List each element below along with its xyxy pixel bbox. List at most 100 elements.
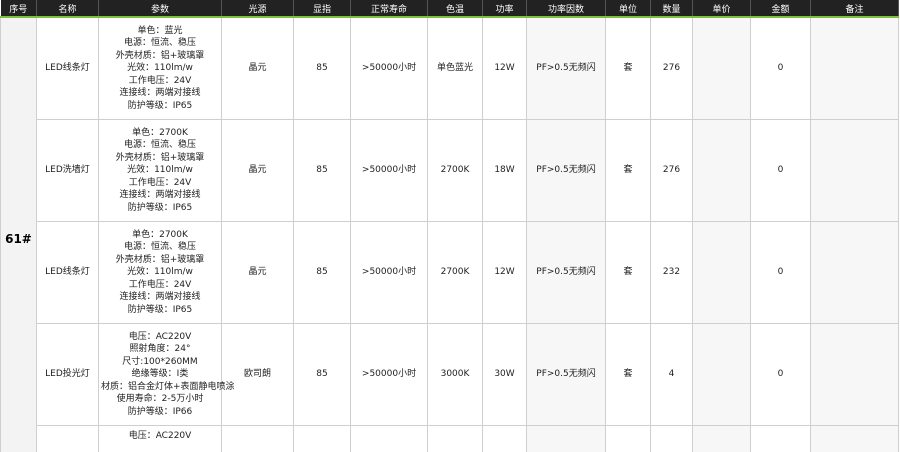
- color-temp-cell[interactable]: [427, 425, 483, 452]
- unit-price-cell[interactable]: [692, 16, 751, 120]
- unit-cell[interactable]: 套: [605, 221, 651, 324]
- col-header-name[interactable]: 名称: [36, 0, 99, 18]
- lifespan-cell[interactable]: >50000小时: [350, 323, 428, 426]
- cri-cell[interactable]: 85: [293, 221, 351, 324]
- unit-price-cell[interactable]: [692, 323, 751, 426]
- param-line: 光效：110lm/w: [127, 63, 193, 74]
- unit-price-cell[interactable]: [692, 119, 751, 222]
- col-header-power[interactable]: 功率: [482, 0, 527, 18]
- params-cell[interactable]: 单色：蓝光 电源：恒流、稳压 外壳材质：铝+玻璃罩 光效：110lm/w 工作电…: [98, 16, 222, 120]
- name-cell[interactable]: LED线条灯: [36, 16, 99, 120]
- color-temp-cell[interactable]: 单色蓝光: [427, 16, 483, 120]
- col-header-unit[interactable]: 单位: [605, 0, 651, 18]
- col-header-quantity[interactable]: 数量: [650, 0, 693, 18]
- table-row: LED线条灯 单色：2700K 电源：恒流、稳压 外壳材质：铝+玻璃罩 光效：1…: [1, 221, 899, 324]
- lifespan-cell[interactable]: >50000小时: [350, 119, 428, 222]
- power-factor-cell[interactable]: [526, 425, 606, 452]
- power-cell[interactable]: 12W: [482, 16, 527, 120]
- param-line: 电源：恒流、稳压: [123, 242, 196, 253]
- col-header-remarks[interactable]: 备注: [810, 0, 899, 18]
- power-factor-cell[interactable]: PF>0.5无频闪: [526, 16, 606, 120]
- amount-cell[interactable]: 0: [750, 119, 811, 222]
- param-line: 工作电压：24V: [128, 177, 192, 188]
- amount-cell[interactable]: 0: [750, 323, 811, 426]
- power-factor-cell[interactable]: PF>0.5无频闪: [526, 221, 606, 324]
- param-line: 连接线：两端对接线: [119, 292, 201, 303]
- col-header-params[interactable]: 参数: [98, 0, 222, 18]
- unit-price-cell[interactable]: [692, 425, 751, 452]
- col-header-color-temp[interactable]: 色温: [427, 0, 483, 18]
- params-cell[interactable]: 单色：2700K 电源：恒流、稳压 外壳材质：铝+玻璃罩 光效：110lm/w …: [98, 221, 222, 324]
- remarks-cell[interactable]: [810, 323, 899, 426]
- param-line: 光效：110lm/w: [127, 165, 193, 176]
- name-cell[interactable]: LED投光灯: [36, 323, 99, 426]
- col-header-cri[interactable]: 显指: [293, 0, 351, 18]
- unit-cell[interactable]: 套: [605, 323, 651, 426]
- params-cell[interactable]: 单色：2700K 电源：恒流、稳压 外壳材质：铝+玻璃罩 光效：110lm/w …: [98, 119, 222, 222]
- quantity-cell[interactable]: [650, 425, 693, 452]
- name-cell[interactable]: LED洗墙灯: [36, 119, 99, 222]
- power-cell[interactable]: [482, 425, 527, 452]
- cri-cell[interactable]: 85: [293, 323, 351, 426]
- remarks-cell[interactable]: [810, 221, 899, 324]
- param-line: 单色：2700K: [132, 127, 188, 138]
- lifespan-cell[interactable]: >50000小时: [350, 221, 428, 324]
- power-cell[interactable]: 18W: [482, 119, 527, 222]
- remarks-cell[interactable]: [810, 425, 899, 452]
- param-line: 单色：蓝光: [137, 25, 183, 36]
- group-number-cell[interactable]: 61#: [0, 16, 37, 452]
- light-source-cell[interactable]: [221, 425, 294, 452]
- table-row: 电压：AC220V: [1, 425, 899, 452]
- light-source-cell[interactable]: 欧司朗: [221, 323, 294, 426]
- remarks-cell[interactable]: [810, 119, 899, 222]
- col-header-seq[interactable]: 序号: [0, 0, 37, 18]
- light-source-cell[interactable]: 晶元: [221, 16, 294, 120]
- amount-cell[interactable]: 0: [750, 16, 811, 120]
- param-line: 绝缘等级：I类: [131, 369, 189, 380]
- amount-cell[interactable]: 0: [750, 221, 811, 324]
- spreadsheet-view: 序号 名称 参数 光源 显指 正常寿命 色温 功率 功率因数 单位 数量 单价 …: [0, 0, 900, 452]
- cri-cell[interactable]: [293, 425, 351, 452]
- col-header-lifespan[interactable]: 正常寿命: [350, 0, 428, 18]
- power-cell[interactable]: 30W: [482, 323, 527, 426]
- power-factor-cell[interactable]: PF>0.5无频闪: [526, 323, 606, 426]
- quantity-cell[interactable]: 276: [650, 16, 693, 120]
- unit-price-cell[interactable]: [692, 221, 751, 324]
- lifespan-cell[interactable]: [350, 425, 428, 452]
- cri-cell[interactable]: 85: [293, 119, 351, 222]
- unit-cell[interactable]: 套: [605, 16, 651, 120]
- remarks-cell[interactable]: [810, 16, 899, 120]
- param-line: 电压：AC220V: [128, 431, 192, 441]
- table-row: LED洗墙灯 单色：2700K 电源：恒流、稳压 外壳材质：铝+玻璃罩 光效：1…: [1, 119, 899, 222]
- amount-cell[interactable]: [750, 425, 811, 452]
- param-line: 工作电压：24V: [128, 75, 192, 86]
- param-line: 外壳材质：铝+玻璃罩: [115, 254, 205, 265]
- name-cell[interactable]: LED线条灯: [36, 221, 99, 324]
- name-cell[interactable]: [36, 425, 99, 452]
- param-line: 防护等级：IP65: [127, 202, 193, 213]
- light-source-cell[interactable]: 晶元: [221, 119, 294, 222]
- col-header-amount[interactable]: 金额: [750, 0, 811, 18]
- params-cell[interactable]: 电压：AC220V: [98, 425, 222, 452]
- color-temp-cell[interactable]: 2700K: [427, 119, 483, 222]
- param-line: 连接线：两端对接线: [119, 190, 201, 201]
- col-header-unit-price[interactable]: 单价: [692, 0, 751, 18]
- power-cell[interactable]: 12W: [482, 221, 527, 324]
- power-factor-cell[interactable]: PF>0.5无频闪: [526, 119, 606, 222]
- quantity-cell[interactable]: 4: [650, 323, 693, 426]
- lifespan-cell[interactable]: >50000小时: [350, 16, 428, 120]
- param-line: 电压：AC220V: [128, 331, 192, 342]
- quantity-cell[interactable]: 276: [650, 119, 693, 222]
- quantity-cell[interactable]: 232: [650, 221, 693, 324]
- color-temp-cell[interactable]: 3000K: [427, 323, 483, 426]
- param-line: 电源：恒流、稳压: [123, 38, 196, 49]
- params-cell[interactable]: 电压：AC220V 照射角度：24° 尺寸:100*260MM 绝缘等级：I类 …: [98, 323, 235, 426]
- unit-cell[interactable]: 套: [605, 119, 651, 222]
- color-temp-cell[interactable]: 2700K: [427, 221, 483, 324]
- cri-cell[interactable]: 85: [293, 16, 351, 120]
- col-header-light-source[interactable]: 光源: [221, 0, 294, 18]
- light-source-cell[interactable]: 晶元: [221, 221, 294, 324]
- param-line: 使用寿命：2-5万小时: [116, 394, 204, 405]
- unit-cell[interactable]: [605, 425, 651, 452]
- col-header-power-factor[interactable]: 功率因数: [526, 0, 606, 18]
